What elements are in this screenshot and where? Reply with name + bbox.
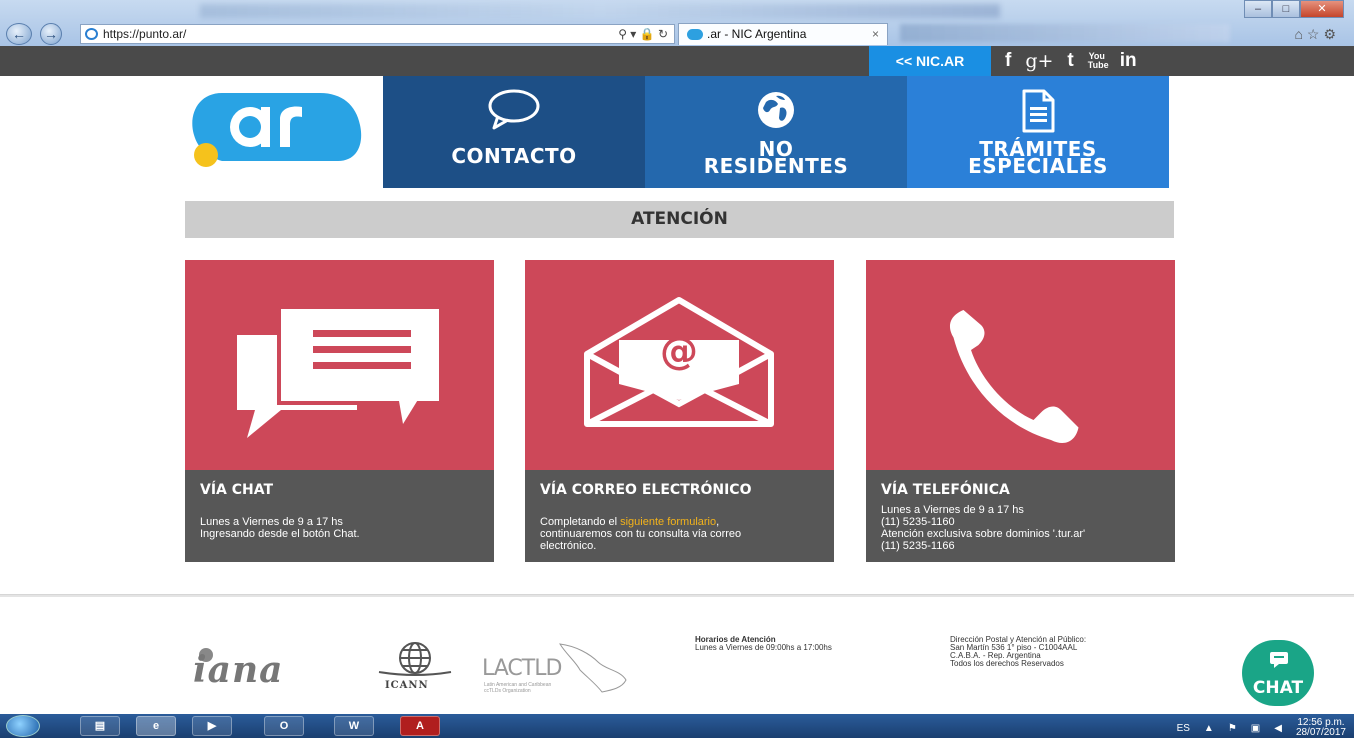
- speech-bubble-icon: [484, 88, 544, 136]
- card-phone-title: VÍA TELEFÓNICA: [881, 482, 1010, 498]
- volume-icon[interactable]: ◀: [1274, 723, 1282, 734]
- address-bar[interactable]: https://punto.ar/ ⚲ ▾ 🔒 ↻: [80, 24, 675, 44]
- clock[interactable]: 12:56 p.m. 28/07/2017: [1296, 718, 1346, 738]
- windows-taskbar: ▤ e ▶ O W A ES ▲ ⚑ ▣ ◀ 12:56 p.m. 28/07/…: [0, 714, 1354, 738]
- back-button[interactable]: ←: [6, 23, 32, 45]
- iana-logo[interactable]: iana: [193, 648, 368, 688]
- title-bar: [200, 4, 1000, 18]
- footer-hours-text: Lunes a Viernes de 09:00hs a 17:00hs: [695, 643, 832, 652]
- icann-logo-text: ICANN: [385, 680, 429, 691]
- envelope-at-icon: @: [525, 260, 834, 470]
- card-chat-line1: Lunes a Viernes de 9 a 17 hs: [200, 516, 343, 528]
- ie-icon: [85, 28, 98, 40]
- chat-bubble-icon: [1270, 652, 1288, 673]
- clock-date: 28/07/2017: [1295, 727, 1346, 738]
- system-tray: ES ▲ ⚑ ▣ ◀ 12:56 p.m. 28/07/2017: [1177, 718, 1346, 738]
- footer-hours: Horarios de Atención Lunes a Viernes de …: [695, 636, 832, 652]
- card-email-line2: continuaremos con tu consulta vía correo: [540, 528, 742, 540]
- lactld-logo[interactable]: LACTLD Latin American and Caribbean ccTL…: [480, 640, 630, 696]
- card-email-line1: Completando el siguiente formulario,: [540, 516, 819, 528]
- card-via-chat[interactable]: VÍA CHAT Lunes a Viernes de 9 a 17 hs In…: [185, 260, 494, 562]
- nav-tramites-especiales[interactable]: TRÁMITES ESPECIALES: [907, 76, 1169, 188]
- phone-handset-icon: [866, 260, 1175, 470]
- tab-title: .ar - NIC Argentina: [707, 27, 807, 41]
- nav-contacto-label: CONTACTO: [451, 144, 577, 168]
- svg-text:@: @: [660, 329, 698, 373]
- toolbar-icons[interactable]: ⌂☆⚙: [1294, 26, 1340, 43]
- language-indicator[interactable]: ES: [1177, 723, 1190, 734]
- card-phone-line2: (11) 5235-1160: [881, 516, 955, 528]
- outlook-taskbar-icon[interactable]: O: [264, 716, 304, 736]
- lactld-logo-text: LACTLD: [482, 656, 562, 681]
- card-chat-line2: Ingresando desde el botón Chat.: [200, 528, 360, 540]
- youtube-icon[interactable]: You Tube: [1088, 52, 1109, 70]
- icann-logo[interactable]: ICANN: [375, 640, 455, 692]
- card-phone-line1: Lunes a Viernes de 9 a 17 hs: [881, 504, 1024, 516]
- punto-ar-logo[interactable]: [188, 85, 364, 169]
- card-phone-line3: Atención exclusiva sobre dominios '.tur.…: [881, 528, 1086, 540]
- nav-tramites-label-2: ESPECIALES: [968, 154, 1108, 178]
- flag-icon[interactable]: ⚑: [1228, 723, 1237, 734]
- card-chat-body: VÍA CHAT Lunes a Viernes de 9 a 17 hs In…: [185, 470, 494, 562]
- ie-taskbar-icon[interactable]: e: [136, 716, 176, 736]
- card-via-correo[interactable]: @ VÍA CORREO ELECTRÓNICO Completando el …: [525, 260, 834, 562]
- card-email-pre: Completando el: [540, 516, 621, 528]
- iana-logo-text: iana: [193, 649, 284, 691]
- tab-close-button[interactable]: ×: [872, 24, 879, 44]
- media-player-taskbar-icon[interactable]: ▶: [192, 716, 232, 736]
- close-window-button[interactable]: ✕: [1300, 0, 1344, 18]
- card-phone-body: VÍA TELEFÓNICA Lunes a Viernes de 9 a 17…: [866, 470, 1175, 562]
- nav-no-residentes[interactable]: NO RESIDENTES: [645, 76, 907, 188]
- window-controls: – □ ✕: [1244, 0, 1344, 18]
- form-link[interactable]: siguiente formulario: [620, 516, 716, 528]
- minimize-button[interactable]: –: [1244, 0, 1272, 18]
- address-tools[interactable]: ⚲ ▾ 🔒 ↻: [618, 25, 668, 43]
- tray-arrow-icon[interactable]: ▲: [1204, 723, 1214, 734]
- lactld-sub2: ccTLDs Organization: [484, 688, 531, 694]
- nic-ar-link[interactable]: << NIC.AR: [869, 46, 991, 76]
- url-text: https://punto.ar/: [103, 27, 187, 41]
- blurred-tab: [900, 24, 1230, 42]
- card-email-body: VÍA CORREO ELECTRÓNICO Completando el si…: [525, 470, 834, 562]
- section-title: ATENCIÓN: [185, 201, 1174, 238]
- nav-no-residentes-label-2: RESIDENTES: [703, 154, 849, 178]
- maximize-button[interactable]: □: [1272, 0, 1300, 18]
- start-button[interactable]: [6, 715, 40, 737]
- footer-address: Dirección Postal y Atención al Público: …: [950, 636, 1086, 668]
- site-favicon-icon: [687, 29, 703, 40]
- explorer-taskbar-icon[interactable]: ▤: [80, 716, 120, 736]
- acrobat-taskbar-icon[interactable]: A: [400, 716, 440, 736]
- chat-button-label: CHAT: [1252, 678, 1304, 698]
- tab-nic-argentina[interactable]: .ar - NIC Argentina ×: [678, 23, 888, 45]
- chat-bubbles-icon: [185, 260, 494, 470]
- facebook-icon[interactable]: f: [1005, 50, 1011, 72]
- twitter-icon[interactable]: t: [1067, 50, 1073, 72]
- linkedin-icon[interactable]: in: [1120, 50, 1137, 72]
- globe-icon: [754, 88, 798, 136]
- google-plus-icon[interactable]: g+: [1025, 50, 1053, 72]
- chat-button[interactable]: CHAT: [1242, 640, 1314, 706]
- social-bar: << NIC.AR f g+ t You Tube in: [869, 46, 1169, 76]
- card-phone-line4: (11) 5235-1166: [881, 540, 955, 552]
- word-taskbar-icon[interactable]: W: [334, 716, 374, 736]
- nav-contacto[interactable]: CONTACTO: [383, 76, 645, 188]
- card-via-telefonica[interactable]: VÍA TELEFÓNICA Lunes a Viernes de 9 a 17…: [866, 260, 1175, 562]
- footer-addr-4: Todos los derechos Reservados: [950, 659, 1064, 668]
- card-email-post: ,: [716, 516, 720, 528]
- card-email-title: VÍA CORREO ELECTRÓNICO: [540, 482, 752, 498]
- card-chat-title: VÍA CHAT: [200, 482, 274, 498]
- network-icon[interactable]: ▣: [1251, 723, 1260, 734]
- browser-chrome: ← → https://punto.ar/ ⚲ ▾ 🔒 ↻ .ar - NIC …: [0, 0, 1354, 46]
- document-icon: [1018, 88, 1058, 138]
- forward-button[interactable]: →: [40, 23, 62, 45]
- footer-divider: [0, 594, 1354, 597]
- card-email-line3: electrónico.: [540, 540, 597, 552]
